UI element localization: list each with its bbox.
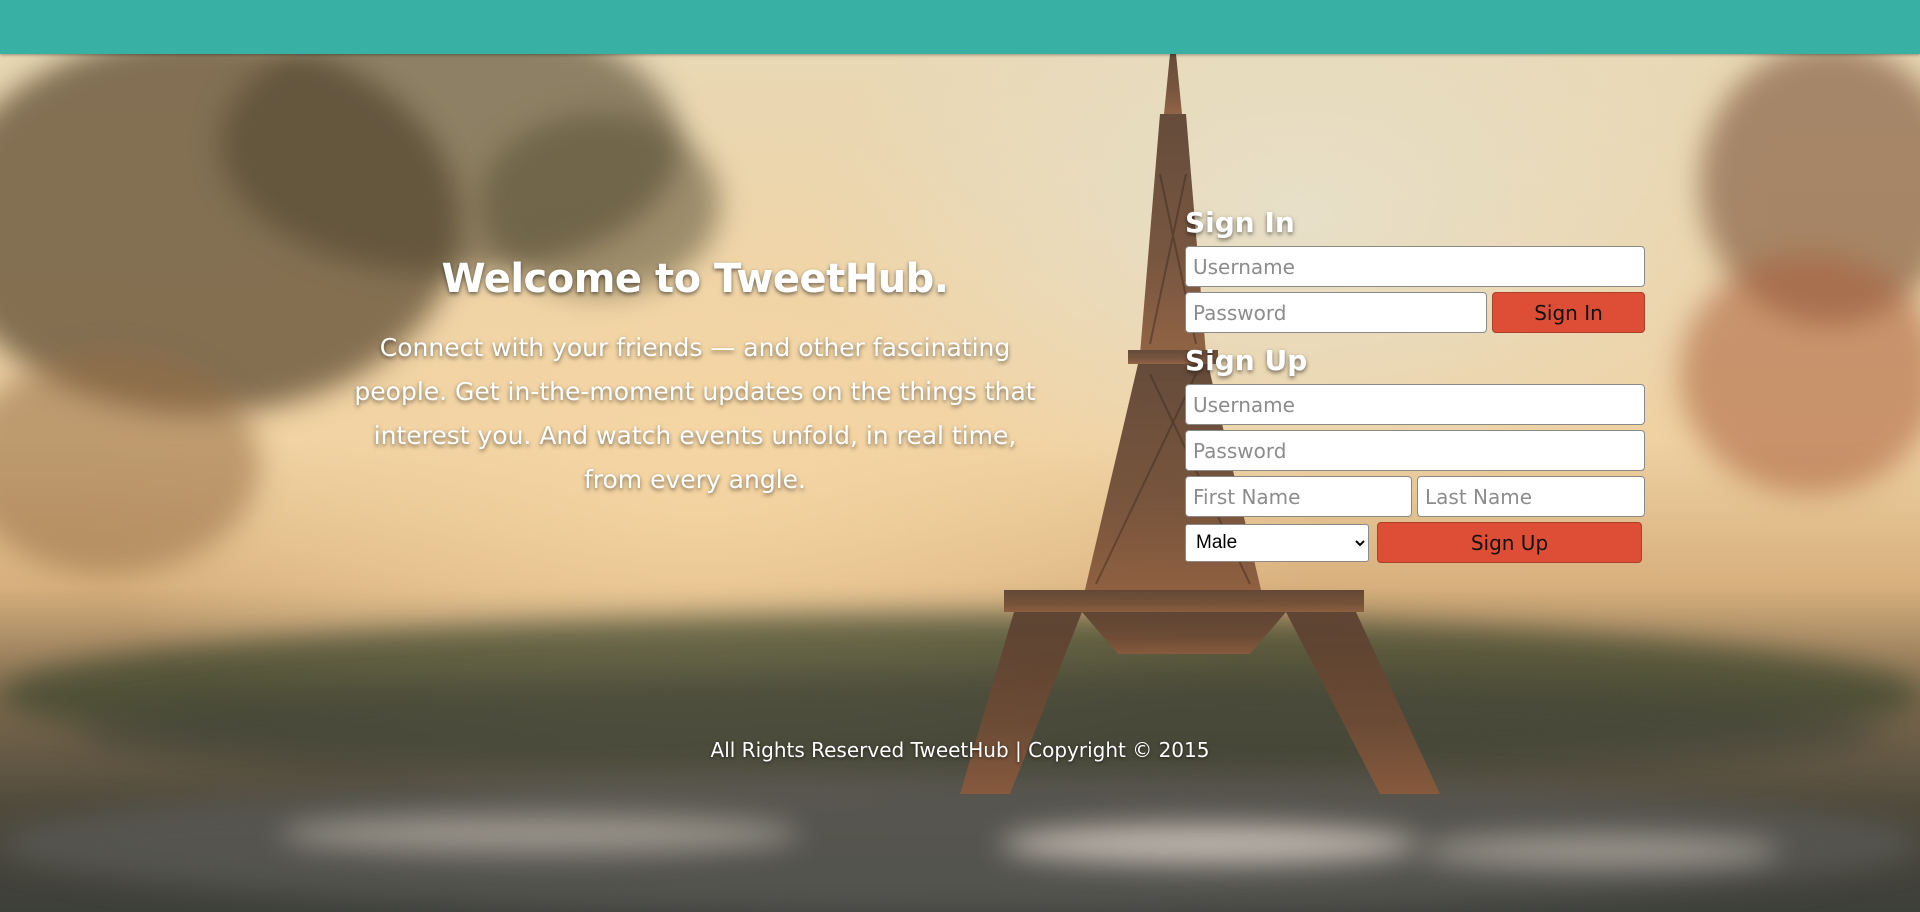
sign-in-button[interactable]: Sign In bbox=[1492, 292, 1645, 333]
sign-up-username-input[interactable] bbox=[1185, 384, 1645, 425]
auth-forms: Sign In Sign In Sign Up Male Sign Up bbox=[1185, 200, 1645, 568]
gender-select[interactable]: Male bbox=[1185, 523, 1369, 562]
welcome-title: Welcome to TweetHub. bbox=[441, 256, 950, 302]
sign-in-password-input[interactable] bbox=[1185, 292, 1487, 333]
welcome-description: Connect with your friends — and other fa… bbox=[354, 333, 1036, 494]
sign-in-heading: Sign In bbox=[1185, 206, 1295, 239]
footer-copyright: All Rights Reserved TweetHub | Copyright… bbox=[710, 738, 1210, 762]
last-name-input[interactable] bbox=[1417, 476, 1645, 517]
sign-up-heading: Sign Up bbox=[1185, 344, 1308, 377]
top-bar bbox=[0, 0, 1920, 54]
sign-up-button[interactable]: Sign Up bbox=[1377, 522, 1642, 563]
sign-in-username-input[interactable] bbox=[1185, 246, 1645, 287]
hero-section: Welcome to TweetHub. Connect with your f… bbox=[350, 256, 1040, 502]
page: Welcome to TweetHub. Connect with your f… bbox=[0, 0, 1920, 912]
first-name-input[interactable] bbox=[1185, 476, 1412, 517]
sign-up-password-input[interactable] bbox=[1185, 430, 1645, 471]
